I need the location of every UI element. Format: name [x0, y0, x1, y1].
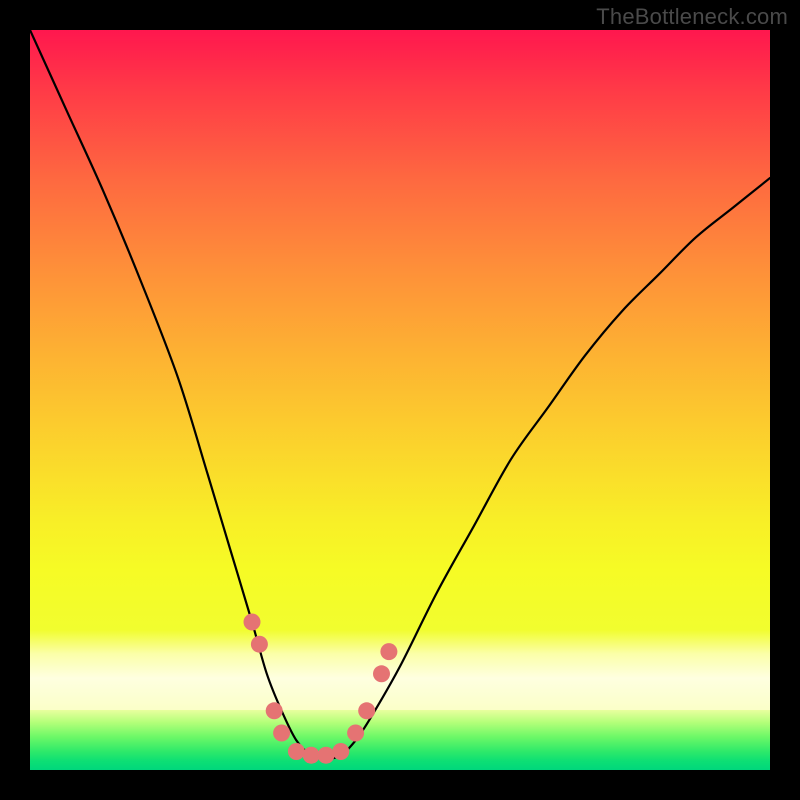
- curve-marker: [273, 725, 290, 742]
- curve-marker: [251, 636, 268, 653]
- chart-frame: TheBottleneck.com: [0, 0, 800, 800]
- watermark-text: TheBottleneck.com: [596, 4, 788, 30]
- curve-layer: [30, 30, 770, 770]
- curve-marker: [380, 643, 397, 660]
- curve-marker: [332, 743, 349, 760]
- curve-marker: [373, 665, 390, 682]
- curve-marker: [358, 702, 375, 719]
- curve-marker: [244, 614, 261, 631]
- curve-marker: [318, 747, 335, 764]
- plot-area: [30, 30, 770, 770]
- curve-marker: [266, 702, 283, 719]
- curve-marker: [347, 725, 364, 742]
- curve-marker: [288, 743, 305, 760]
- curve-markers: [244, 614, 398, 764]
- curve-marker: [303, 747, 320, 764]
- bottleneck-curve: [30, 30, 770, 759]
